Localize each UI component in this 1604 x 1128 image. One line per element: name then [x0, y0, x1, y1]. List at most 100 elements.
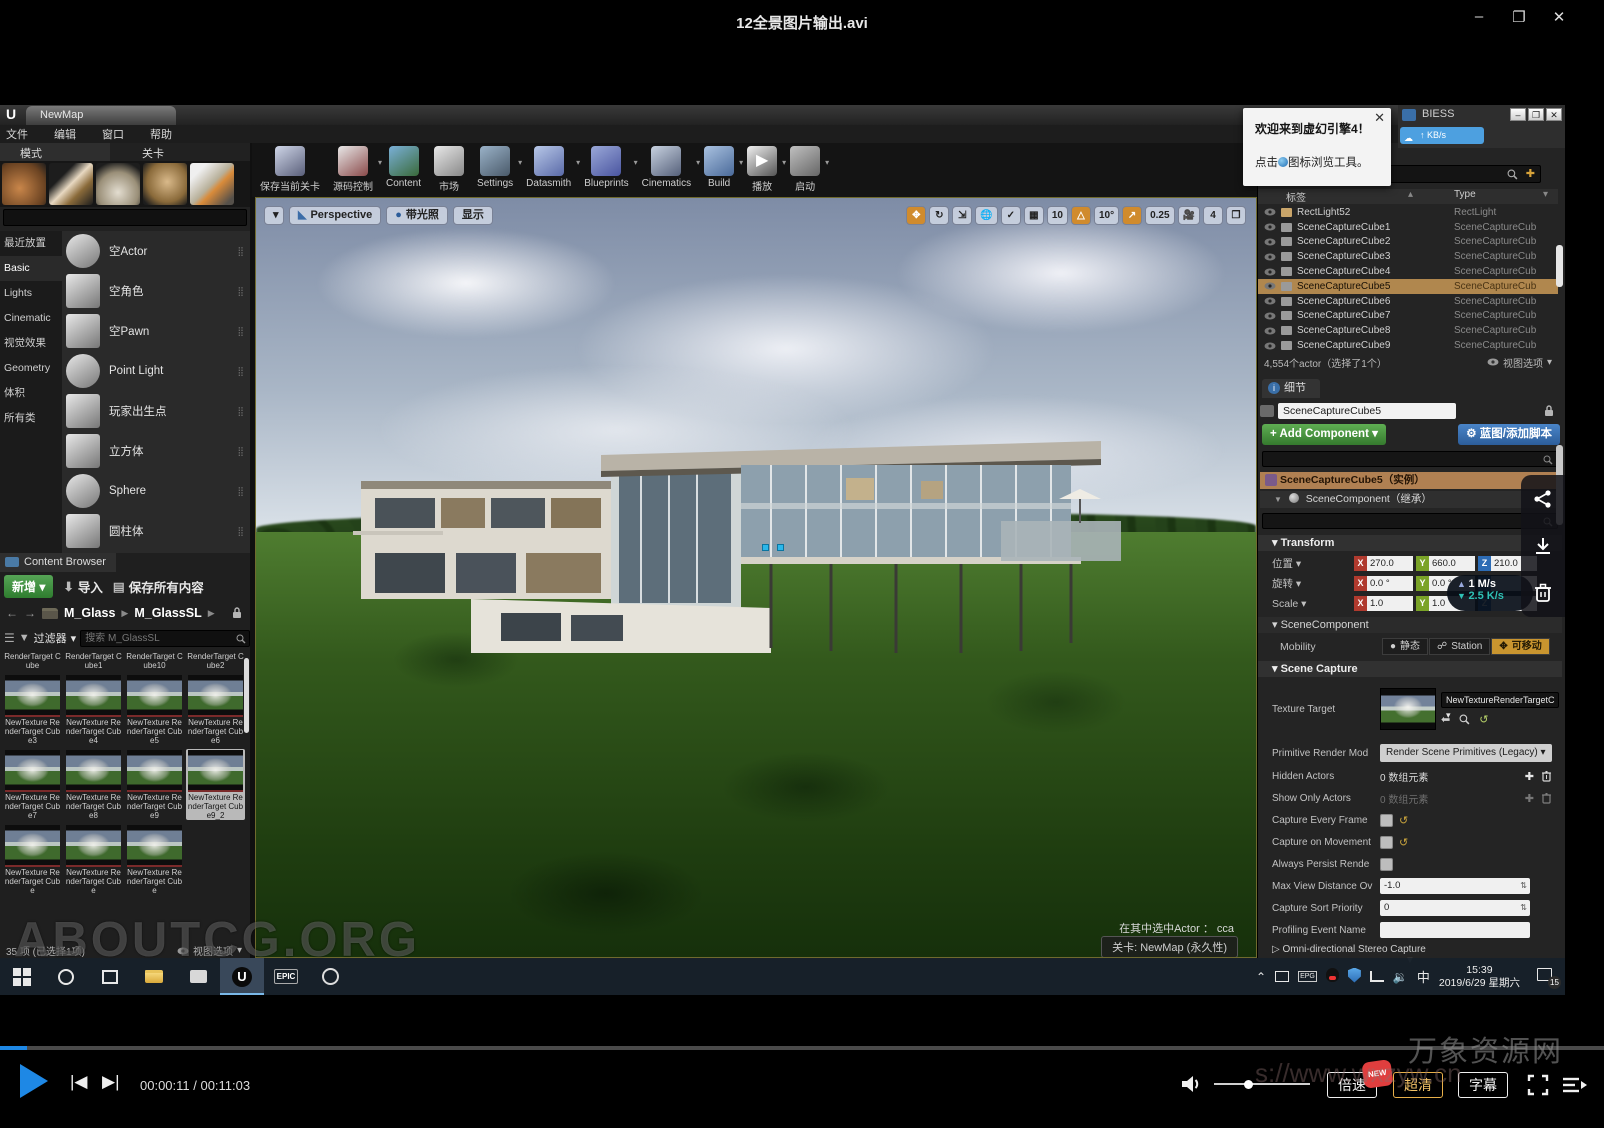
volume-control[interactable]: [1180, 1074, 1202, 1094]
scale-label[interactable]: Scale ▾: [1258, 598, 1354, 610]
tray-network-icon[interactable]: [1370, 971, 1384, 982]
minimize-button[interactable]: –: [1470, 8, 1488, 26]
close-button[interactable]: ✕: [1550, 8, 1568, 26]
rotation-x-field[interactable]: X0.0 °: [1354, 576, 1413, 591]
mode-category-5[interactable]: Geometry: [0, 356, 62, 381]
asset-item[interactable]: NewTexture RenderTarget Cube: [125, 824, 184, 895]
capture-every-frame-checkbox[interactable]: [1380, 814, 1393, 827]
asset-item[interactable]: NewTexture RenderTarget Cube: [3, 824, 62, 895]
reset-icon[interactable]: ↺: [1479, 713, 1488, 726]
content-scrollbar[interactable]: [244, 658, 249, 733]
view-list-icon[interactable]: ☰: [4, 631, 15, 645]
volume-handle[interactable]: [1244, 1080, 1253, 1089]
selection-gizmo-dot[interactable]: [762, 544, 769, 551]
chevron-down-icon[interactable]: ▾: [696, 158, 700, 167]
location-x-field[interactable]: X270.0: [1354, 556, 1413, 571]
back-button[interactable]: ←: [6, 606, 18, 620]
component-search-input[interactable]: [1262, 451, 1558, 467]
world-space-button[interactable]: 🌐: [975, 206, 997, 225]
tray-qq-icon[interactable]: [1326, 968, 1339, 985]
house-model[interactable]: [301, 403, 1131, 653]
popup-close-icon[interactable]: ✕: [1374, 110, 1385, 126]
rotate-tool-button[interactable]: ↻: [929, 206, 949, 225]
camera-speed-value[interactable]: 4: [1203, 206, 1223, 225]
add-element-icon[interactable]: ✚: [1525, 770, 1534, 783]
tray-monitor-icon[interactable]: [1275, 971, 1289, 982]
location-y-field[interactable]: Y660.0: [1416, 556, 1475, 571]
omni-section-header[interactable]: ▷ Omni-directional Stereo Capture: [1258, 944, 1426, 955]
details-search-input[interactable]: [1262, 513, 1558, 529]
placeable-item[interactable]: 立方体⣿: [62, 431, 250, 471]
component-instance-row[interactable]: SceneCaptureCube5（实例）: [1260, 472, 1562, 489]
toolbar-[interactable]: 保存当前关卡: [260, 146, 320, 193]
outliner-row[interactable]: SceneCaptureCube2SceneCaptureCub: [1258, 235, 1558, 250]
placeable-item[interactable]: Sphere⣿: [62, 471, 250, 511]
details-tab[interactable]: i 细节: [1262, 379, 1320, 398]
chevron-down-icon[interactable]: ▾: [518, 158, 522, 167]
action-center-button[interactable]: 15: [1529, 968, 1559, 986]
breadcrumb-folder[interactable]: M_Glass: [64, 606, 115, 620]
toolbar-[interactable]: 源码控制▾: [333, 146, 373, 193]
outliner-row[interactable]: RectLight52RectLight: [1258, 205, 1558, 220]
taskbar-clock[interactable]: 15:39 2019/6/29 星期六: [1439, 964, 1520, 990]
mode-category-3[interactable]: Cinematic: [0, 306, 62, 331]
texture-target-thumbnail[interactable]: [1380, 688, 1436, 730]
outliner-row[interactable]: SceneCaptureCube9SceneCaptureCub: [1258, 338, 1558, 353]
rotation-label[interactable]: 旋转 ▾: [1258, 576, 1354, 591]
menu-item[interactable]: 窗口: [102, 126, 124, 142]
toolbar-blueprints[interactable]: Blueprints▾: [584, 146, 628, 189]
placeable-item[interactable]: 空角色⣿: [62, 271, 250, 311]
forward-button[interactable]: →: [24, 606, 36, 620]
import-button[interactable]: ⬇导入: [63, 577, 103, 596]
filters-button[interactable]: ▼过滤器 ▾: [19, 630, 76, 646]
scale-tool-button[interactable]: ⇲: [952, 206, 972, 225]
angle-snap-button[interactable]: △: [1071, 206, 1091, 225]
menu-item[interactable]: 帮助: [150, 126, 172, 142]
blueprint-add-script-button[interactable]: ⚙ 蓝图/添加脚本: [1458, 424, 1560, 445]
lock-icon[interactable]: [1544, 405, 1554, 417]
viewport[interactable]: ▾ ◣Perspective ●带光照 显示 ✥ ↻ ⇲ 🌐 ✓ ▦ 10 △ …: [255, 197, 1257, 958]
content-search-input[interactable]: 搜索 M_GlassSL: [80, 630, 250, 647]
chevron-down-icon[interactable]: ▾: [378, 158, 382, 167]
mode-category-0[interactable]: 最近放置: [0, 231, 62, 256]
placeable-item[interactable]: 空Pawn⣿: [62, 311, 250, 351]
add-component-button[interactable]: + Add Component ▾: [1262, 424, 1386, 445]
scale-x-field[interactable]: X1.0: [1354, 596, 1413, 611]
tray-expand-icon[interactable]: ⌃: [1256, 970, 1266, 984]
move-tool-button[interactable]: ✥: [906, 206, 926, 225]
chevron-down-icon[interactable]: ▾: [634, 158, 638, 167]
subtitle-button[interactable]: 字幕: [1458, 1072, 1508, 1098]
capture-on-movement-checkbox[interactable]: [1380, 836, 1393, 849]
lock-icon[interactable]: [232, 607, 242, 619]
add-filter-icon[interactable]: ✚: [1526, 167, 1535, 180]
texture-target-dropdown[interactable]: NewTextureRenderTargetC ▾: [1441, 692, 1559, 708]
outliner-header[interactable]: 标签 ▴ Type ▾: [1258, 189, 1558, 204]
profiling-event-name-field[interactable]: [1380, 922, 1530, 938]
mode-category-1[interactable]: Basic: [0, 256, 62, 281]
trash-icon[interactable]: [1534, 583, 1552, 603]
grid-snap-button[interactable]: ▦: [1024, 206, 1044, 225]
toolbar-content[interactable]: Content: [386, 146, 421, 189]
save-all-button[interactable]: ▤保存所有内容: [113, 577, 204, 596]
add-new-button[interactable]: 新增 ▾: [4, 575, 53, 598]
mode-paint-icon[interactable]: [49, 163, 93, 205]
scene-component-subsection[interactable]: ▾ SceneComponent: [1258, 617, 1562, 633]
asset-item[interactable]: NewTexture RenderTarget Cube8: [64, 749, 123, 820]
reset-icon[interactable]: ↺: [1399, 814, 1408, 827]
eye-icon[interactable]: [1264, 223, 1276, 231]
tray-shield-icon[interactable]: [1348, 968, 1361, 986]
add-element-icon[interactable]: ✚: [1525, 792, 1534, 805]
mode-geometry-icon[interactable]: [190, 163, 234, 205]
use-selected-asset-icon[interactable]: ⬅: [1441, 713, 1450, 726]
trash-icon[interactable]: [1541, 770, 1552, 782]
share-icon[interactable]: [1533, 489, 1553, 509]
asset-item[interactable]: NewTexture RenderTarget Cube9: [125, 749, 184, 820]
maximize-button[interactable]: ❐: [1510, 8, 1528, 26]
camera-speed-button[interactable]: 🎥: [1178, 206, 1200, 225]
asset-item[interactable]: NewTexture RenderTarget Cube3: [3, 674, 62, 745]
mode-category-4[interactable]: 视觉效果: [0, 331, 62, 356]
capture-sort-priority-field[interactable]: 0⇅: [1380, 900, 1530, 916]
asset-item-cut[interactable]: RenderTarget Cube10: [125, 652, 184, 670]
eye-icon[interactable]: [1264, 282, 1276, 290]
asset-item-cut[interactable]: RenderTarget Cube: [3, 652, 62, 670]
